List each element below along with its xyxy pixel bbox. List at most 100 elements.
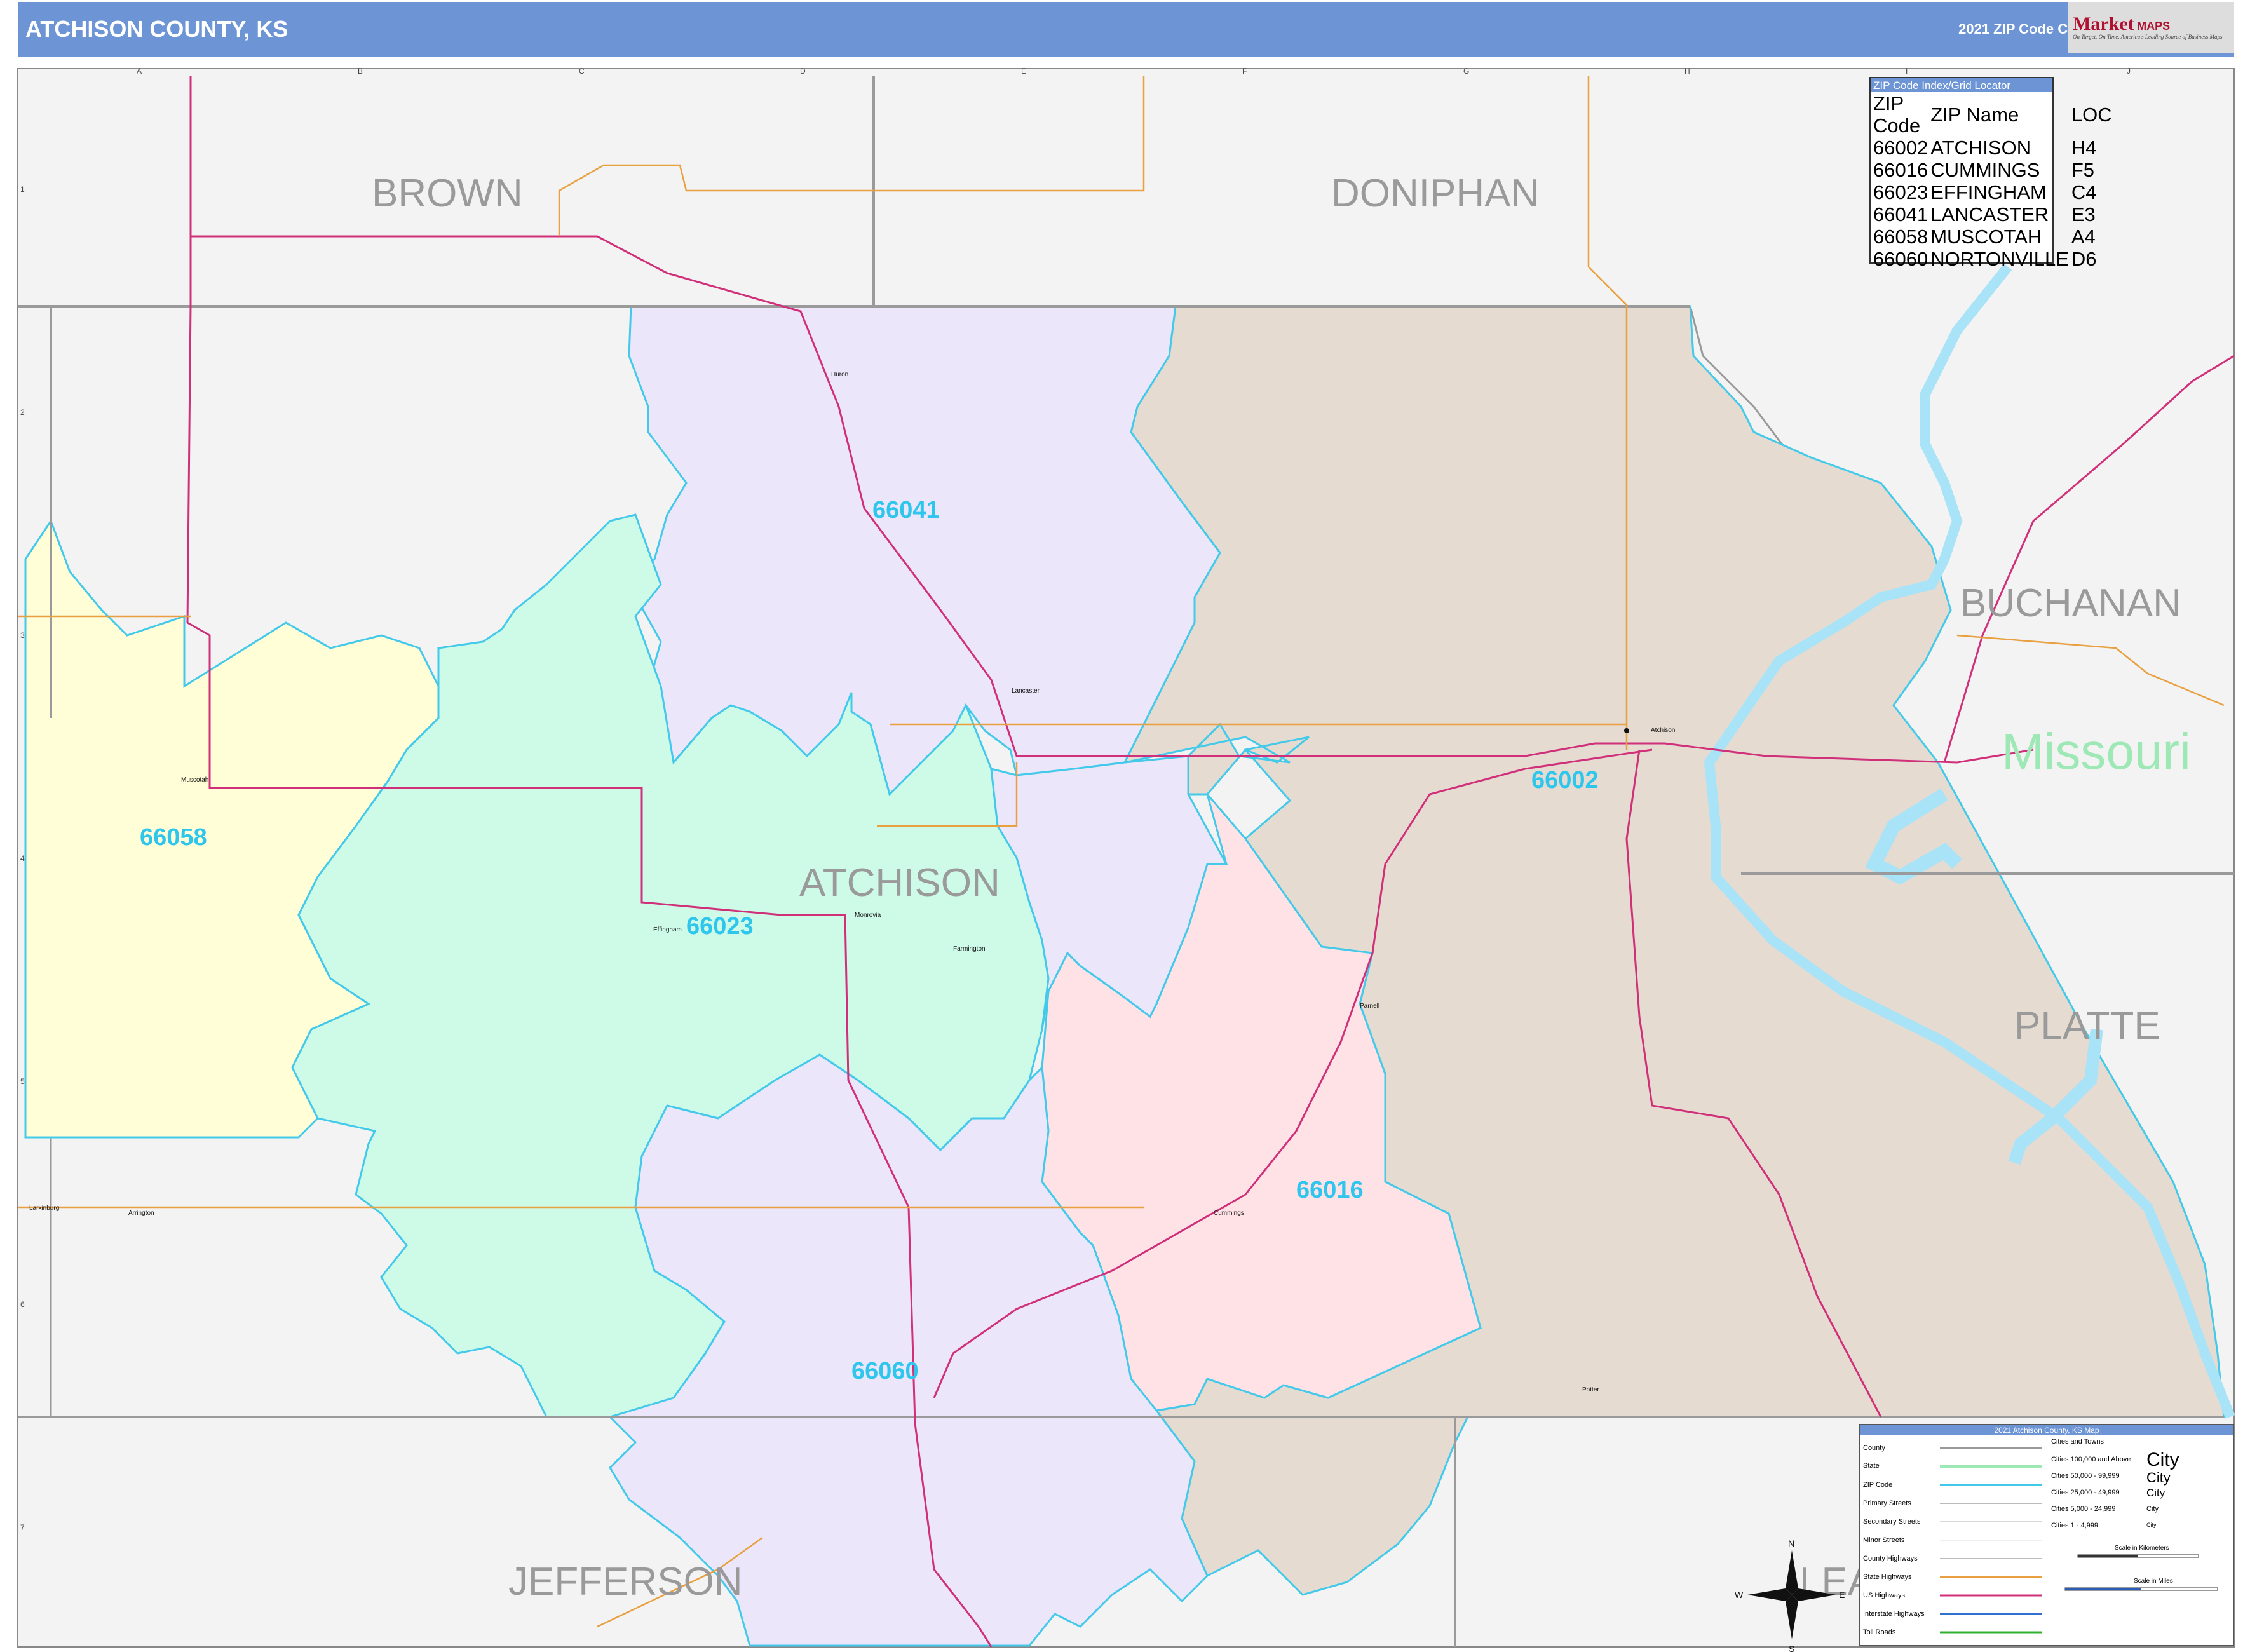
town-parnell: Parnell <box>1360 1003 1379 1010</box>
zip-cell: 66023 <box>1873 181 1928 203</box>
grid-col-h: H <box>1684 67 1690 76</box>
zip-name-cell: NORTONVILLE <box>1930 248 2069 270</box>
compass-n: N <box>1788 1538 1794 1548</box>
town-atchison: Atchison <box>1651 727 1675 734</box>
zip-name-cell: EFFINGHAM <box>1930 181 2047 203</box>
zip-index-col-loc: LOC <box>2071 103 2112 126</box>
legend-item-state: State <box>1863 1462 1880 1470</box>
legend-swatches <box>1940 1447 2042 1634</box>
county-label-atchison: ATCHISON <box>799 861 1000 905</box>
town-arrington: Arrington <box>128 1210 154 1217</box>
grid-col-f: F <box>1242 67 1247 76</box>
map-legend: 2021 Atchison County, KS Map County Stat… <box>1859 1424 2234 1646</box>
scale-bar-mi <box>2064 1587 2218 1591</box>
legend-city-tier-4: Cities 5,000 - 24,999 <box>2051 1505 2116 1513</box>
zip-cell: 66041 <box>1873 203 1928 226</box>
legend-item-state-hwy: State Highways <box>1863 1573 1912 1581</box>
scale-bar-km <box>2077 1554 2199 1558</box>
loc-cell: A4 <box>2071 226 2096 248</box>
loc-cell: E3 <box>2071 203 2096 226</box>
grid-col-j: J <box>2127 67 2131 76</box>
town-potter: Potter <box>1582 1386 1599 1393</box>
table-row: 66060 NORTONVILLE D6 <box>1871 248 2112 270</box>
zip-label-66060: 66060 <box>851 1358 919 1385</box>
table-row: 66002 ATCHISON H4 <box>1871 137 2112 159</box>
grid-row-3: 3 <box>20 631 25 640</box>
table-row: 66023 EFFINGHAM C4 <box>1871 181 2112 203</box>
grid-col-d: D <box>800 67 806 76</box>
legend-city-tier-1: Cities 100,000 and Above <box>2051 1456 2131 1463</box>
county-label-brown: BROWN <box>372 172 523 215</box>
table-row: 66041 LANCASTER E3 <box>1871 203 2112 226</box>
legend-item-interstate: Interstate Highways <box>1863 1610 1925 1618</box>
town-farmington: Farmington <box>953 945 986 952</box>
county-label-jefferson: JEFFERSON <box>508 1560 743 1604</box>
zip-index-table: ZIP Code ZIP Name LOC 66002 ATCHISON H4 … <box>1871 92 2112 270</box>
town-lancaster: Lancaster <box>1012 687 1040 694</box>
grid-col-e: E <box>1021 67 1026 76</box>
grid-row-1: 1 <box>20 185 25 194</box>
loc-cell: H4 <box>2071 137 2097 159</box>
town-huron: Huron <box>831 371 848 378</box>
grid-row-7: 7 <box>20 1523 25 1532</box>
town-muscotah: Muscotah <box>181 776 208 783</box>
compass-s: S <box>1789 1644 1794 1652</box>
grid-row-4: 4 <box>20 854 25 863</box>
grid-col-a: A <box>137 67 142 76</box>
town-monrovia: Monrovia <box>855 912 881 919</box>
legend-city-symbol-2: City <box>2146 1470 2171 1486</box>
zip-cell: 66058 <box>1873 226 1928 248</box>
legend-item-county: County <box>1863 1444 1885 1452</box>
grid-col-b: B <box>358 67 363 76</box>
zip-cell: 66016 <box>1873 159 1928 181</box>
zip-cell: 66060 <box>1873 248 1928 270</box>
legend-city-tier-5: Cities 1 - 4,999 <box>2051 1522 2098 1529</box>
grid-row-5: 5 <box>20 1077 25 1086</box>
zip-cell: 66002 <box>1873 137 1928 159</box>
legend-title: 2021 Atchison County, KS Map <box>1860 1425 2233 1435</box>
table-row: 66016 CUMMINGS F5 <box>1871 159 2112 181</box>
zip-label-66016: 66016 <box>1296 1177 1364 1203</box>
county-label-buchanan: BUCHANAN <box>1960 581 2181 625</box>
grid-row-2: 2 <box>20 408 25 417</box>
county-label-platte: PLATTE <box>2014 1004 2160 1048</box>
zip-index-title: ZIP Code Index/Grid Locator <box>1871 78 2052 92</box>
grid-row-6: 6 <box>20 1300 25 1309</box>
zip-label-66023: 66023 <box>686 913 754 940</box>
legend-cities-title: Cities and Towns <box>2051 1438 2104 1446</box>
town-dot-atchison <box>1624 728 1629 733</box>
legend-city-tier-3: Cities 25,000 - 49,999 <box>2051 1489 2120 1496</box>
loc-cell: C4 <box>2071 181 2097 203</box>
legend-city-symbol-3: City <box>2146 1487 2165 1499</box>
legend-item-primary: Primary Streets <box>1863 1500 1911 1507</box>
legend-item-minor: Minor Streets <box>1863 1536 1905 1544</box>
zip-name-cell: CUMMINGS <box>1930 159 2040 181</box>
legend-city-symbol-5: City <box>2146 1522 2157 1528</box>
zip-index-box: ZIP Code Index/Grid Locator ZIP Code ZIP… <box>1869 77 2112 270</box>
legend-city-symbol-1: City <box>2146 1449 2179 1470</box>
scale-km-label: Scale in Kilometers <box>2115 1545 2169 1552</box>
town-effingham: Effingham <box>653 926 682 933</box>
legend-item-county-hwy: County Highways <box>1863 1555 1918 1562</box>
loc-cell: D6 <box>2071 248 2097 270</box>
legend-city-tier-2: Cities 50,000 - 99,999 <box>2051 1472 2120 1480</box>
zip-label-66058: 66058 <box>140 824 207 851</box>
zip-name-cell: LANCASTER <box>1930 203 2049 226</box>
legend-item-us-hwy: US Highways <box>1863 1592 1906 1599</box>
legend-item-toll: Toll Roads <box>1863 1628 1896 1636</box>
legend-item-zip: ZIP Code <box>1863 1481 1893 1489</box>
zip-name-cell: ATCHISON <box>1930 137 2031 159</box>
town-larkinburg: Larkinburg <box>29 1205 59 1212</box>
compass-e: E <box>1839 1590 1845 1600</box>
table-row: 66058 MUSCOTAH A4 <box>1871 226 2112 248</box>
town-cummings: Cummings <box>1214 1210 1244 1217</box>
zip-index-col-zip: ZIP Code <box>1873 92 1921 137</box>
compass-w: W <box>1735 1590 1744 1600</box>
state-label-missouri: Missouri <box>2002 723 2191 780</box>
zip-label-66041: 66041 <box>872 497 940 524</box>
grid-col-g: G <box>1463 67 1469 76</box>
scale-mi-label: Scale in Miles <box>2134 1578 2173 1585</box>
grid-col-i: I <box>1906 67 1908 76</box>
legend-item-secondary: Secondary Streets <box>1863 1518 1921 1526</box>
zip-index-col-name: ZIP Name <box>1930 103 2019 126</box>
